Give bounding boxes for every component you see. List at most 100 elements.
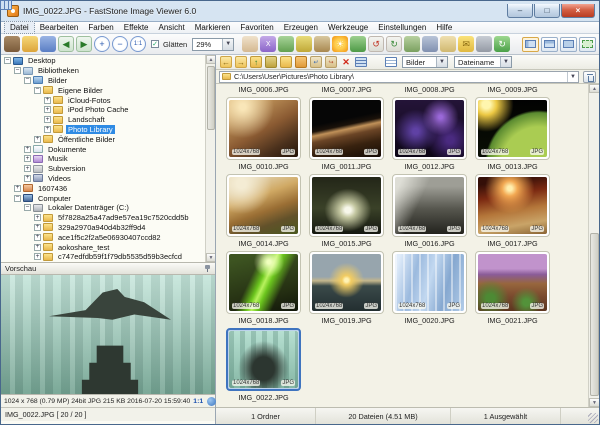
tree-item-oeffentliche-bilder[interactable]: Öffentliche Bilder [1,134,215,144]
update-icon[interactable]: ↻ [494,36,511,52]
collapse-icon[interactable] [14,194,21,202]
title-bar[interactable]: IMG_0022.JPG - FastStone Image Viewer 6.… [1,1,599,21]
menu-einstellungen[interactable]: Einstellungen [373,22,431,33]
actual-size-icon[interactable]: 1:1 [130,36,146,52]
tree-item-ipod-photo-cache[interactable]: iPod Photo Cache [1,105,215,115]
maximize-button[interactable]: □ [534,4,560,18]
expand-icon[interactable] [44,106,51,114]
previous-image-icon[interactable]: ◀ [58,36,74,52]
tree-item-hash-folder-4[interactable]: c747edfdb59f1f79db5535d59b3ecfcd [1,252,215,262]
collapse-icon[interactable] [34,86,41,94]
scroll-down-icon[interactable]: ▼ [206,253,215,262]
scroll-up-icon[interactable]: ▲ [589,84,599,93]
layout-windowed-button[interactable] [522,36,539,52]
select-icon[interactable] [278,36,295,52]
filename-label[interactable]: IMG_0006.JPG [222,85,305,97]
tree-item-1607436[interactable]: 1607436 [1,183,215,193]
expand-icon[interactable] [34,135,41,143]
close-button[interactable]: × [561,4,595,18]
view-thumbnails-icon[interactable] [355,56,367,68]
preview-image[interactable] [1,275,215,394]
browse-icon[interactable] [4,36,20,52]
menu-datei[interactable]: Datei [4,21,35,34]
thumbnail-img-0015[interactable]: 1024x768 JPG IMG_0015.JPG [305,174,388,251]
thumbnail-img-0016[interactable]: 1024x768 JPG IMG_0016.JPG [388,174,471,251]
tree-scrollbar[interactable]: ▲ ▼ [205,55,215,262]
thumbnail-img-0021[interactable]: 1024x768 JPG IMG_0021.JPG [471,251,554,328]
move-file-icon[interactable]: ↪ [325,56,337,68]
print-icon[interactable] [476,36,493,52]
minimize-button[interactable]: – [507,4,533,18]
sort-select[interactable]: Dateiname ▼ [454,56,512,68]
up-folder-icon[interactable]: ↑ [250,56,262,68]
menu-farben[interactable]: Farben [83,22,118,33]
tree-item-aokoshare-test[interactable]: aokoshare_test [1,242,215,252]
filename-label[interactable]: IMG_0008.JPG [388,85,471,97]
hand-tool-icon[interactable] [242,36,259,52]
thumbnail-img-0010[interactable]: 1024x768 JPG IMG_0010.JPG [222,97,305,174]
pin-icon[interactable] [204,265,211,272]
menu-effekte[interactable]: Effekte [119,22,154,33]
menu-hilfe[interactable]: Hilfe [431,22,457,33]
expand-icon[interactable] [14,184,21,192]
tree-item-hash-folder-1[interactable]: 5f7828a25a47ad9e57ea19c7520cdd5b [1,213,215,223]
tree-item-landschaft[interactable]: Landschaft [1,115,215,125]
chevron-down-icon[interactable]: ▼ [222,38,234,50]
next-image-icon[interactable]: ▶ [76,36,92,52]
collapse-icon[interactable] [4,57,11,65]
effects-icon[interactable]: ☀ [332,36,349,52]
zoom-in-icon[interactable]: + [94,36,110,52]
menu-markieren[interactable]: Markieren [190,22,236,33]
expand-icon[interactable] [24,155,31,163]
expand-icon[interactable] [34,223,41,231]
tree-item-eigene-bilder[interactable]: Eigene Bilder [1,85,215,95]
expand-icon[interactable] [34,253,41,261]
expand-icon[interactable] [34,214,41,222]
tree-item-bibliotheken[interactable]: Bibliotheken [1,66,215,76]
recycle-bin-button[interactable] [583,70,596,83]
tree-scroll-thumb[interactable] [207,66,215,130]
thumbnail-img-0013[interactable]: 1024x768 JPG IMG_0013.JPG [471,97,554,174]
thumbnail-img-0011[interactable]: 1024x768 JPG IMG_0011.JPG [305,97,388,174]
back-icon[interactable]: ← [220,56,232,68]
layout-fullscreen-button[interactable] [579,36,596,52]
menu-erzeugen[interactable]: Erzeugen [279,22,323,33]
layout-full-window-button[interactable] [560,36,577,52]
tree-item-hash-folder-3[interactable]: ace1f5c2f2a5e06930407ccd82 [1,232,215,242]
chevron-down-icon[interactable]: ▼ [436,57,447,67]
zoom-select[interactable]: 29% ▼ [192,37,235,51]
email-icon[interactable]: ✉ [458,36,475,52]
tree-item-dokumente[interactable]: Dokumente [1,144,215,154]
chevron-down-icon[interactable]: ▼ [500,57,511,67]
thumbnail-img-0012[interactable]: 1024x768 JPG IMG_0012.JPG [388,97,471,174]
thumbnail-img-0022-selected[interactable]: 1024x768 JPG IMG_0022.JPG [222,328,305,405]
image-strip-icon[interactable] [314,36,331,52]
smooth-checkbox[interactable]: ✓ [151,40,159,48]
thumbnail-img-0020[interactable]: 1024x768 JPG IMG_0020.JPG [388,251,471,328]
collapse-icon[interactable] [14,67,21,75]
grid-scrollbar[interactable]: ▲ ▼ [588,84,599,407]
tree-item-photo-library[interactable]: Photo Library [1,124,215,135]
filename-label[interactable]: IMG_0009.JPG [471,85,554,97]
thumbnail-img-0014[interactable]: 1024x768 JPG IMG_0014.JPG [222,174,305,251]
grid-scroll-thumb[interactable] [590,232,599,396]
tree-item-c-drive[interactable]: Lokaler Datenträger (C:) [1,203,215,213]
layout-browser-button[interactable] [541,36,558,52]
filter-select[interactable]: Bilder ▼ [402,56,448,68]
collapse-icon[interactable] [24,204,31,212]
thumbnail-img-0019[interactable]: 1024x768 JPG IMG_0019.JPG [305,251,388,328]
open-file-icon[interactable] [22,36,38,52]
tree-item-videos[interactable]: Videos [1,174,215,184]
save-icon[interactable] [40,36,56,52]
expand-icon[interactable] [44,116,51,124]
expand-icon[interactable] [34,243,41,251]
resize-icon[interactable] [404,36,421,52]
favorites-folder-icon[interactable] [265,56,277,68]
rotate-left-icon[interactable]: ↺ [368,36,385,52]
move-to-folder-icon[interactable] [295,56,307,68]
expand-icon[interactable] [24,174,31,182]
smooth-label[interactable]: Glätten [163,40,187,49]
red-eye-icon[interactable] [350,36,367,52]
actual-size-icon[interactable] [207,396,217,406]
tag-icon[interactable] [296,36,313,52]
